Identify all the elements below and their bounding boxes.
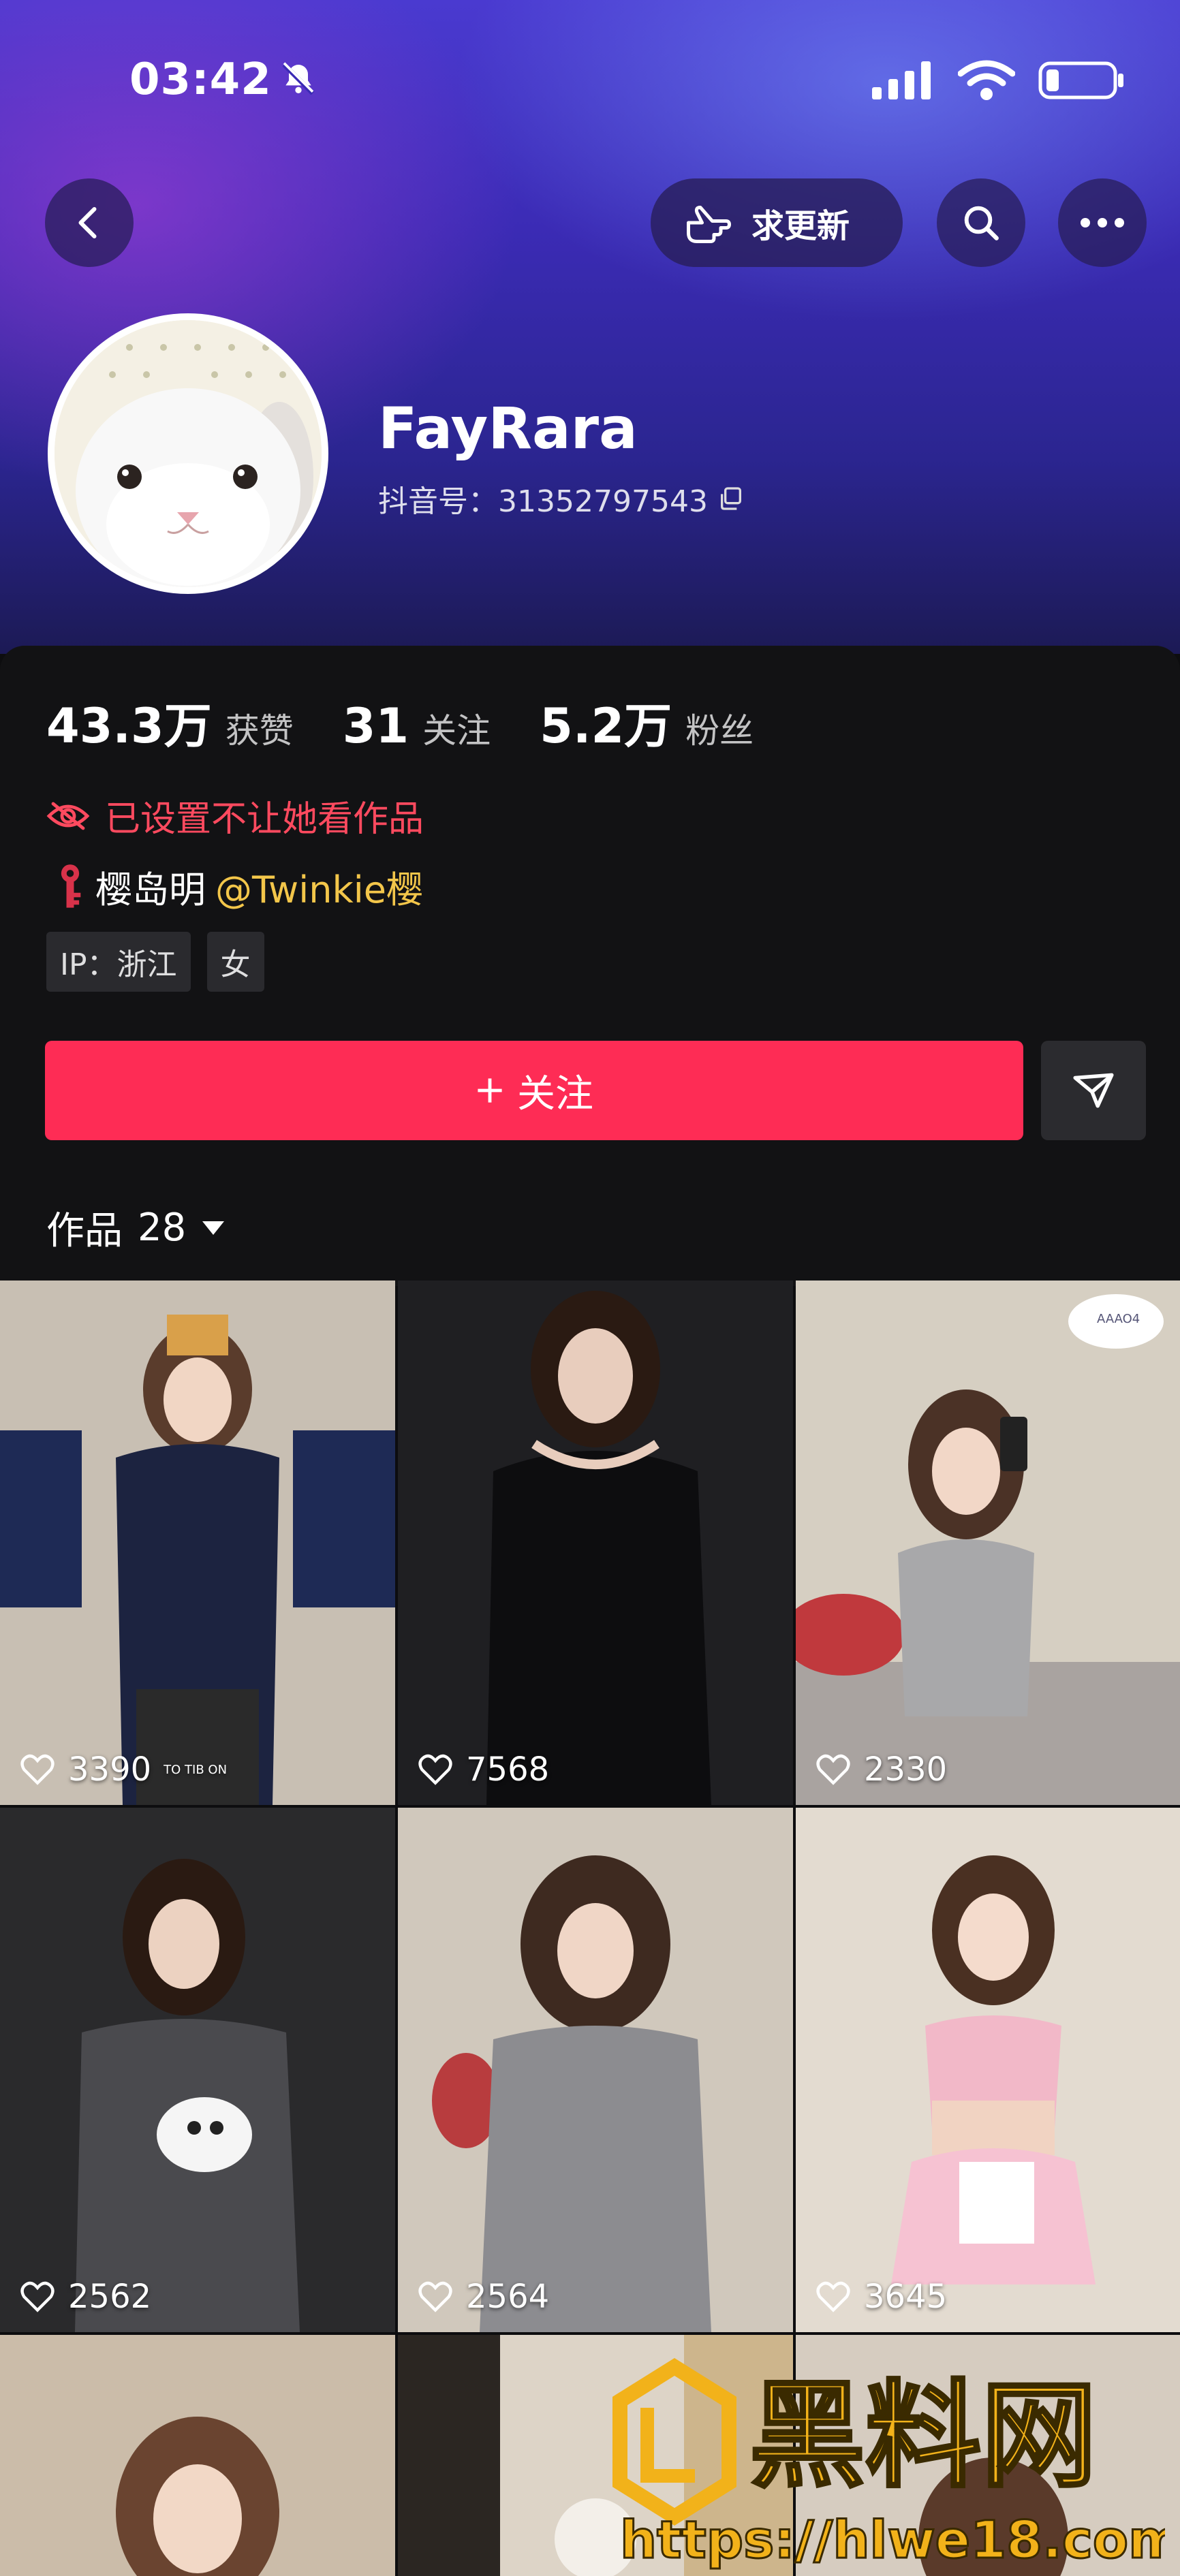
- video-thumbnail[interactable]: [0, 2335, 395, 2576]
- like-count: 3390 TO TIB ON: [19, 1750, 227, 1789]
- video-thumbnail[interactable]: 2564: [398, 1808, 793, 2332]
- thumbnail-image: [796, 1281, 1180, 1805]
- works-tab-label: 作品: [46, 1209, 123, 1253]
- like-count-value: 3390: [68, 1750, 152, 1789]
- wifi-icon: [958, 60, 1015, 100]
- request-update-button[interactable]: 求更新: [651, 178, 903, 267]
- following-count[interactable]: 31: [343, 698, 409, 754]
- plus-icon: [478, 1078, 502, 1103]
- copy-icon[interactable]: [717, 485, 745, 512]
- ip-location-tag: IP：浙江: [46, 932, 191, 992]
- heart-icon: [418, 2281, 452, 2312]
- share-button[interactable]: [1041, 1041, 1146, 1140]
- thumbnail-image: [796, 1808, 1180, 2332]
- like-count-value: 2562: [68, 2278, 152, 2316]
- profile-tags: IP：浙江 女: [46, 932, 264, 992]
- like-count-value: 2564: [466, 2278, 550, 2316]
- relation-name: 樱岛明: [95, 868, 206, 911]
- like-count: 7568: [417, 1750, 549, 1789]
- works-tab[interactable]: 作品 28: [46, 1200, 226, 1255]
- following-label: 关注: [422, 711, 491, 751]
- thumbnail-overlay-text: TO TIB ON: [164, 1762, 228, 1777]
- rabbit-avatar-image: [55, 320, 322, 587]
- thumbnail-image: [0, 1808, 395, 2332]
- heart-icon: [816, 2281, 850, 2312]
- status-time: 03:42: [129, 54, 272, 105]
- thumbnail-image: [0, 2335, 395, 2576]
- douyin-id-text: 抖音号：31352797543: [378, 484, 708, 519]
- avatar[interactable]: [48, 313, 328, 594]
- hand-point-icon: [687, 206, 731, 243]
- heart-icon: [418, 1754, 452, 1785]
- heart-icon: [20, 1754, 55, 1785]
- more-button[interactable]: [1058, 178, 1147, 267]
- heart-icon: [20, 2281, 55, 2312]
- likes-count[interactable]: 43.3万: [46, 688, 212, 757]
- send-icon: [1073, 1073, 1114, 1108]
- watermark-graphic: 黑料网 https://hlwe18.com: [612, 2358, 1180, 2571]
- like-count-value: 7568: [466, 1750, 550, 1789]
- heart-icon: [816, 1754, 850, 1785]
- relation-line: 樱岛明 @Twinkie樱: [55, 860, 423, 913]
- request-update-label: 求更新: [751, 207, 850, 245]
- like-count: 2564: [417, 2278, 549, 2316]
- gender-tag: 女: [206, 932, 264, 992]
- bell-off-icon: [282, 62, 315, 95]
- works-tab-count: 28: [138, 1206, 187, 1250]
- more-icon: [1081, 218, 1124, 227]
- video-thumbnail[interactable]: 7568: [398, 1281, 793, 1805]
- privacy-note-text: 已设置不让她看作品: [105, 799, 424, 840]
- like-count: 2330: [815, 1750, 947, 1789]
- key-icon: [61, 864, 81, 908]
- username: FayRara: [378, 395, 638, 462]
- relation-mention-link[interactable]: @Twinkie樱: [215, 860, 423, 913]
- watermark-url: https://hlwe18.com: [620, 2509, 1165, 2570]
- back-icon: [78, 207, 97, 238]
- followers-label: 粉丝: [685, 711, 754, 751]
- watermark-logo: 黑料网 https://hlwe18.com: [593, 2346, 1180, 2571]
- likes-label: 获赞: [225, 711, 294, 751]
- thumbnail-image: [0, 1281, 395, 1805]
- video-thumbnail[interactable]: 3645: [796, 1808, 1180, 2332]
- video-thumbnail[interactable]: 3390 TO TIB ON: [0, 1281, 395, 1805]
- video-thumbnail[interactable]: 2562: [0, 1808, 395, 2332]
- privacy-note[interactable]: 已设置不让她看作品: [46, 790, 424, 841]
- douyin-id: 抖音号：31352797543: [378, 477, 745, 520]
- like-count: 2562: [19, 2278, 151, 2316]
- profile-stats: 43.3万 获赞 31 关注 5.2万 粉丝: [46, 688, 803, 757]
- back-button[interactable]: [45, 178, 134, 267]
- like-count: 3645: [815, 2278, 947, 2316]
- search-icon: [964, 206, 999, 240]
- followers-count[interactable]: 5.2万: [540, 688, 672, 757]
- follow-label: 关注: [517, 1071, 593, 1116]
- thumbnail-image: [398, 1808, 793, 2332]
- signal-icon: [872, 61, 931, 99]
- thumbnail-bubble-text: AAAO4: [1097, 1312, 1140, 1326]
- search-button[interactable]: [937, 178, 1025, 267]
- video-thumbnail[interactable]: AAAO4 2330: [796, 1281, 1180, 1805]
- thumbnail-image: [398, 1281, 793, 1805]
- eye-hidden-icon: [46, 802, 90, 830]
- caret-down-icon: [202, 1221, 225, 1235]
- follow-button[interactable]: 关注: [45, 1041, 1023, 1140]
- like-count-value: 3645: [864, 2278, 948, 2316]
- battery-icon: [1038, 61, 1123, 99]
- watermark-brand: 黑料网: [749, 2369, 1097, 2504]
- like-count-value: 2330: [864, 1750, 948, 1789]
